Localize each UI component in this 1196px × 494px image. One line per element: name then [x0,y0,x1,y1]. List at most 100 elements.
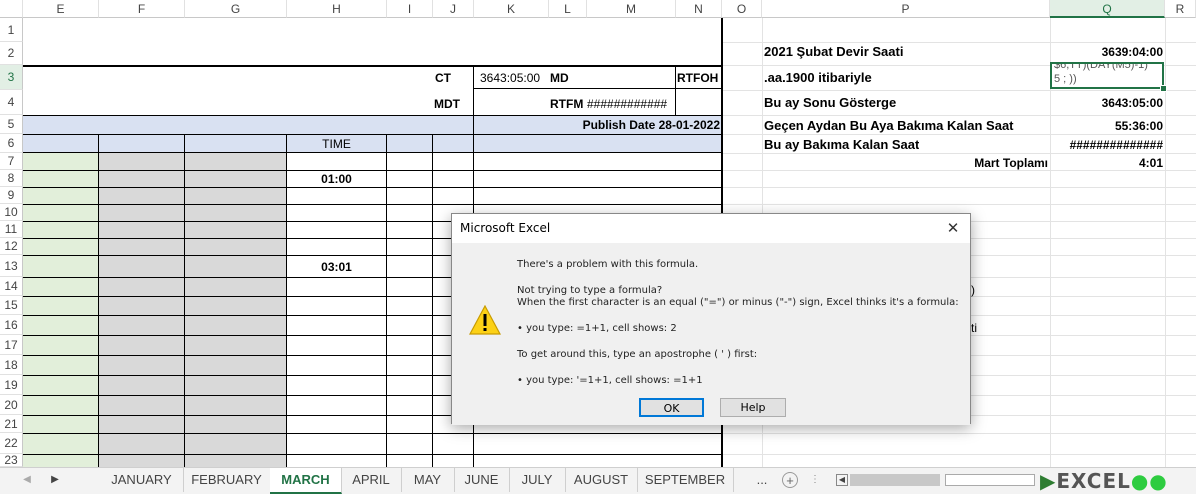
row-header-4[interactable]: 4 [0,90,23,115]
column-header-f[interactable]: F [99,0,185,18]
row-header-12[interactable]: 12 [0,238,23,255]
summary-p4[interactable]: Bu ay Sonu Gösterge [764,95,896,111]
border-row5 [23,115,722,116]
row-header-11[interactable]: 11 [0,221,23,238]
row-header-20[interactable]: 20 [0,395,23,415]
column-header-j[interactable]: J [433,0,474,18]
column-header-n[interactable]: N [676,0,722,18]
logo-text: EXCEL [1056,469,1131,493]
tab-january[interactable]: JANUARY [100,468,184,492]
row-header-3[interactable]: 3 [0,65,23,90]
dialog-title: Microsoft Excel [460,221,551,235]
column-header-m[interactable]: M [587,0,676,18]
summary-q6[interactable]: ############## [1051,137,1163,153]
column-header-p[interactable]: P [762,0,1050,18]
gridline [723,134,1196,135]
dialog-close-button[interactable]: ✕ [942,218,964,238]
row-header-16[interactable]: 16 [0,315,23,335]
table-row-border [23,433,722,434]
row-header-14[interactable]: 14 [0,277,23,296]
summary-p6[interactable]: Bu ay Bakıma Kalan Saat [764,137,919,153]
tab-march[interactable]: MARCH [270,468,342,494]
time-header: TIME [322,137,351,151]
rtfm-value[interactable]: ############ [587,96,667,112]
summary-q5[interactable]: 55:36:00 [1051,118,1163,134]
row-header-corner[interactable] [0,0,23,18]
time-row-8[interactable]: 01:00 [287,171,386,187]
column-header-q[interactable]: Q [1050,0,1165,18]
dialog-body: There's a problem with this formula. Not… [452,243,970,425]
row-header-19[interactable]: 19 [0,375,23,395]
column-header-k[interactable]: K [474,0,549,18]
tab-july[interactable]: JULY [509,468,566,492]
dialog-line-5: To get around this, type an apostrophe (… [517,349,758,360]
column-header-g[interactable]: G [185,0,287,18]
row-header-15[interactable]: 15 [0,296,23,315]
summary-p5[interactable]: Geçen Aydan Bu Aya Bakıma Kalan Saat [764,118,1014,134]
row-header-10[interactable]: 10 [0,204,23,221]
column-header-i[interactable]: I [387,0,433,18]
ok-button[interactable]: OK [639,398,704,417]
rtfoh-label: RTFOH [677,71,719,85]
tab-scroll-left[interactable]: ◀ [20,468,34,492]
dialog-line-2: Not trying to type a formula? [517,285,663,296]
border-row4 [473,88,722,89]
gridline [723,187,1196,188]
tab-february[interactable]: FEBRUARY [183,468,271,492]
row-header-21[interactable]: 21 [0,415,23,433]
table-row-border [23,454,722,455]
summary-p2[interactable]: 2021 Şubat Devir Saati [764,44,903,60]
summary-q7[interactable]: 4:01 [1051,155,1163,171]
row-header-5[interactable]: 5 [0,115,23,134]
col-e-fill [23,152,99,467]
column-header-l[interactable]: L [549,0,587,18]
row-header-22[interactable]: 22 [0,433,23,454]
add-sheet-button[interactable]: + [782,472,798,488]
row-header-1[interactable]: 1 [0,18,23,42]
help-button[interactable]: Help [720,398,786,417]
summary-q2[interactable]: 3639:04:00 [1051,44,1163,60]
tab-august[interactable]: AUGUST [565,468,638,492]
column-header-r[interactable]: R [1165,0,1196,18]
gridline [723,153,1196,154]
column-header-o[interactable]: O [722,0,762,18]
summary-q4[interactable]: 3643:05:00 [1051,95,1163,111]
selected-cell-q3[interactable]: $6,TT)(DAY(M5)-1) 5 ; )) [1050,62,1164,89]
mdt-label: MDT [434,97,460,111]
tab-may[interactable]: MAY [401,468,455,492]
summary-p7[interactable]: Mart Toplamı [764,155,1048,171]
row-header-17[interactable]: 17 [0,335,23,355]
row-header-18[interactable]: 18 [0,355,23,375]
row-header-2[interactable]: 2 [0,42,23,65]
hscroll-left-button[interactable]: ◀ [836,474,848,486]
row-header-23[interactable]: 23 [0,454,23,467]
summary-p3[interactable]: .aa.1900 itibariyle [764,70,872,86]
row-header-9[interactable]: 9 [0,187,23,204]
gridline [723,204,1196,205]
fill-handle[interactable] [1160,85,1167,92]
ct-value[interactable]: 3643:05:00 [480,70,540,86]
tab-june[interactable]: JUNE [454,468,510,492]
row-header-8[interactable]: 8 [0,170,23,187]
border-vert-n [675,65,676,115]
column-header-h[interactable]: H [287,0,387,18]
row-header-6[interactable]: 6 [0,134,23,153]
q3-line1: $6,TT)(DAY(M5)-1) [1054,62,1148,71]
column-header-e[interactable]: E [23,0,99,18]
gridline [723,454,1196,455]
sheet-tab-bar: ◀ ▶ JANUARY FEBRUARY MARCH APRIL MAY JUN… [0,467,1196,494]
dialog-line-3: When the first character is an equal ("=… [517,297,959,308]
row-header-7[interactable]: 7 [0,153,23,170]
time-row-13[interactable]: 03:01 [287,259,386,275]
row-header-13[interactable]: 13 [0,255,23,277]
tab-scroll-right[interactable]: ▶ [48,468,62,492]
tab-september[interactable]: SEPTEMBER [637,468,734,492]
border-vert-i [386,134,387,467]
border-vert-f [98,134,99,467]
hscroll-track[interactable] [945,474,1035,486]
hscroll-thumb[interactable] [850,474,940,486]
tab-more[interactable]: ... [752,468,772,492]
publish-date: Publish Date 28-01-2022 [582,118,720,132]
tab-april[interactable]: APRIL [341,468,402,492]
border-top-row3 [23,65,722,67]
